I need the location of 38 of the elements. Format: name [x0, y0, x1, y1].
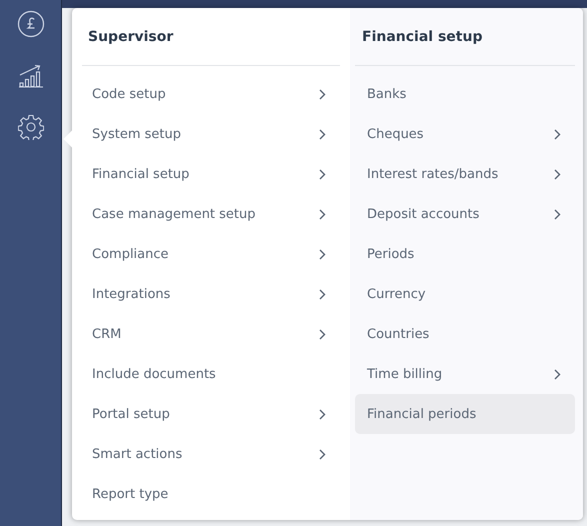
chevron-right-icon [554, 128, 561, 140]
chevron-right-icon [319, 168, 326, 180]
chevron-right-icon [554, 368, 561, 380]
menu-item[interactable]: Cheques [355, 114, 575, 154]
menu-item[interactable]: Smart actions [82, 434, 340, 474]
settings-icon[interactable] [18, 114, 44, 140]
menu-heading: Financial setup [362, 28, 482, 44]
menu-item[interactable]: Compliance [82, 234, 340, 274]
menu-item[interactable]: Time billing [355, 354, 575, 394]
menu-item[interactable]: System setup [82, 114, 340, 154]
menu-item[interactable]: Case management setup [82, 194, 340, 234]
chevron-right-icon [319, 288, 326, 300]
chevron-right-icon [319, 328, 326, 340]
menu-item[interactable]: Interest rates/bands [355, 154, 575, 194]
menu-item[interactable]: Financial setup [82, 154, 340, 194]
menu-item[interactable]: Currency [355, 274, 575, 314]
chevron-right-icon [319, 248, 326, 260]
chevron-right-icon [319, 408, 326, 420]
chevron-right-icon [319, 88, 326, 100]
chevron-right-icon [319, 128, 326, 140]
menu-item[interactable]: Periods [355, 234, 575, 274]
chevron-right-icon [319, 208, 326, 220]
menu-item[interactable]: Integrations [82, 274, 340, 314]
pound-icon[interactable] [16, 10, 44, 38]
menu-item[interactable]: Countries [355, 314, 575, 354]
menu-item[interactable]: Portal setup [82, 394, 340, 434]
menu-item[interactable]: Code setup [82, 74, 340, 114]
chevron-right-icon [319, 448, 326, 460]
menu-heading: Supervisor [88, 28, 174, 44]
menu-item[interactable]: Report type [82, 474, 340, 514]
chevron-right-icon [554, 168, 561, 180]
menu-item[interactable]: CRM [82, 314, 340, 354]
menu-item[interactable]: Deposit accounts [355, 194, 575, 234]
menu-item[interactable]: Banks [355, 74, 575, 114]
bar-chart-icon[interactable] [18, 64, 44, 88]
chevron-right-icon [554, 208, 561, 220]
menu-item[interactable]: Financial periods [355, 394, 575, 434]
menu-item[interactable]: Include documents [82, 354, 340, 394]
